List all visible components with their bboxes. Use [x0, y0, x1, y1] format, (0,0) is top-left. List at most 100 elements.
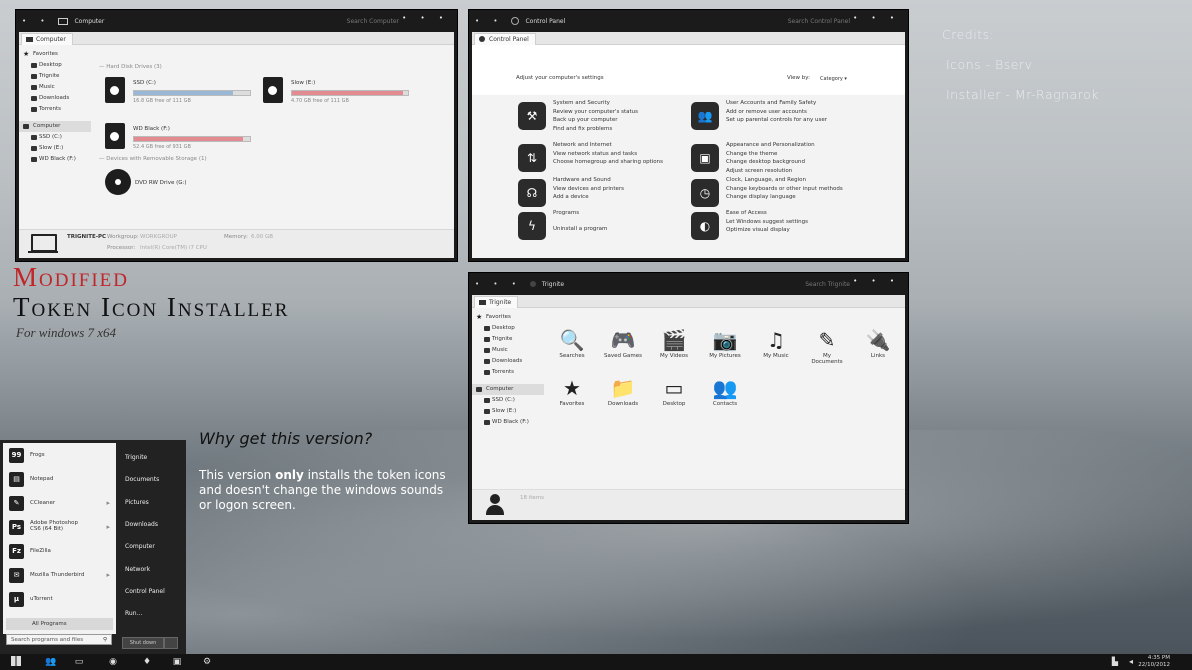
category-title[interactable]: Hardware and Sound [553, 177, 611, 183]
category-title[interactable]: Appearance and Personalization [726, 142, 815, 148]
sidebar-item-music[interactable]: Music [19, 82, 91, 93]
dvd-drive-label[interactable]: DVD RW Drive (G:) [135, 180, 187, 186]
library-item-favorites[interactable]: ★ Favorites [552, 375, 592, 407]
category-title[interactable]: User Accounts and Family Safety [726, 100, 816, 106]
shutdown-button[interactable]: Shut down [122, 637, 164, 649]
category-title[interactable]: Ease of Access [726, 210, 767, 216]
filezilla-taskbar-icon[interactable]: ▣ [166, 656, 188, 668]
category-link[interactable]: Change the theme [726, 151, 777, 157]
category-title[interactable]: Clock, Language, and Region [726, 177, 806, 183]
library-item-my-videos[interactable]: 🎬 My Videos [654, 327, 694, 359]
hard-drive-icon[interactable] [263, 77, 283, 103]
library-item-my-pictures[interactable]: 📷 My Pictures [705, 327, 745, 359]
category-link[interactable]: Add or remove user accounts [726, 109, 807, 115]
drive-name[interactable]: WD Black (F:) [133, 126, 170, 132]
view-by-select[interactable]: Category ▾ [820, 76, 847, 82]
category-link[interactable]: Choose homegroup and sharing options [553, 159, 663, 165]
firefox-taskbar-icon[interactable]: ◉ [102, 656, 124, 668]
category-link[interactable]: View devices and printers [553, 186, 624, 192]
sidebar-item-trignite[interactable]: Trignite [19, 71, 91, 82]
category-link[interactable]: Review your computer's status [553, 109, 638, 115]
library-item-downloads[interactable]: 📁 Downloads [603, 375, 643, 407]
all-programs-button[interactable]: All Programs [6, 618, 113, 630]
sidebar-item-favorites[interactable]: ★ Favorites [19, 49, 91, 60]
sidebar-item-desktop[interactable]: Desktop [472, 323, 544, 334]
sidebar-item-desktop[interactable]: Desktop [19, 60, 91, 71]
start-menu-program[interactable]: Ps Adobe Photoshop CS6 (64 Bit) ▸ [3, 517, 116, 539]
start-menu-program[interactable]: ✉ Mozilla Thunderbird ▸ [3, 565, 116, 587]
category-link[interactable]: Uninstall a program [553, 226, 607, 232]
submenu-arrow-icon[interactable]: ▸ [106, 499, 110, 507]
submenu-arrow-icon[interactable]: ▸ [106, 571, 110, 579]
category-link[interactable]: Change keyboards or other input methods [726, 186, 843, 192]
users-taskbar-icon[interactable]: 👥 [40, 656, 62, 668]
sidebar-item-torrents[interactable]: Torrents [19, 104, 91, 115]
start-menu-place-network[interactable]: Network [125, 566, 150, 573]
sidebar-item-ssd-c[interactable]: SSD (C:) [472, 395, 544, 406]
category-link[interactable]: Back up your computer [553, 117, 617, 123]
nav-buttons[interactable]: • • [22, 17, 50, 25]
tab-control-panel[interactable]: Control Panel [474, 33, 536, 45]
start-menu-place-pictures[interactable]: Pictures [125, 499, 149, 506]
nav-buttons[interactable]: • • • [475, 280, 522, 288]
tab-computer[interactable]: Computer [21, 33, 73, 45]
headphones-icon[interactable]: ☊ [518, 179, 546, 207]
library-item-links[interactable]: 🔌 Links [858, 327, 898, 359]
category-link[interactable]: Change display language [726, 194, 796, 200]
sidebar-item-trignite[interactable]: Trignite [472, 334, 544, 345]
category-link[interactable]: Let Windows suggest settings [726, 219, 808, 225]
sidebar-item-ssd-c[interactable]: SSD (C:) [19, 132, 91, 143]
drive-name[interactable]: Slow (E:) [291, 80, 315, 86]
start-menu-place-run[interactable]: Run... [125, 610, 142, 617]
explorer-taskbar-icon[interactable]: ▭ [68, 656, 90, 668]
category-link[interactable]: View network status and tasks [553, 151, 637, 157]
hard-drive-icon[interactable] [105, 123, 125, 149]
sidebar-item-downloads[interactable]: Downloads [472, 356, 544, 367]
clock-icon[interactable]: ◷ [691, 179, 719, 207]
category-link[interactable]: Find and fix problems [553, 126, 612, 132]
sidebar-item-slow-e[interactable]: Slow (E:) [472, 406, 544, 417]
shutdown-options-button[interactable] [164, 637, 178, 649]
library-item-contacts[interactable]: 👥 Contacts [705, 375, 745, 407]
sidebar-item-downloads[interactable]: Downloads [19, 93, 91, 104]
sidebar-item-wd-black-f[interactable]: WD Black (F:) [472, 417, 544, 428]
sidebar-item-computer[interactable]: Computer [19, 121, 91, 132]
library-item-my-music[interactable]: ♫ My Music [756, 327, 796, 359]
start-menu-place-downloads[interactable]: Downloads [125, 521, 158, 528]
window-controls[interactable]: • • • [402, 14, 449, 22]
window-controls[interactable]: • • • [853, 14, 900, 22]
library-item-desktop[interactable]: ▭ Desktop [654, 375, 694, 407]
submenu-arrow-icon[interactable]: ▸ [106, 523, 110, 531]
sidebar-item-music[interactable]: Music [472, 345, 544, 356]
category-link[interactable]: Optimize visual display [726, 227, 790, 233]
library-item-my-documents[interactable]: ✎ My Documents [807, 327, 847, 365]
dvd-drive-icon[interactable] [105, 169, 131, 195]
start-menu-program[interactable]: ✎ CCleaner ▸ [3, 493, 116, 515]
category-title[interactable]: System and Security [553, 100, 610, 106]
wrench-icon[interactable]: ⚒ [518, 102, 546, 130]
category-title[interactable]: Programs [553, 210, 579, 216]
start-menu-place-documents[interactable]: Documents [125, 476, 159, 483]
category-link[interactable]: Change desktop background [726, 159, 805, 165]
thunderbird-taskbar-icon[interactable]: ♦ [136, 656, 158, 668]
window-controls[interactable]: • • • [853, 277, 900, 285]
start-menu-program[interactable]: Fz FileZilla [3, 541, 116, 563]
start-menu-place-control-panel[interactable]: Control Panel [125, 588, 165, 595]
category-link[interactable]: Set up parental controls for any user [726, 117, 827, 123]
search-input[interactable]: Search Trignite [805, 281, 850, 288]
start-menu-program[interactable]: ▤ Notepad [3, 469, 116, 491]
sidebar-item-slow-e[interactable]: Slow (E:) [19, 143, 91, 154]
library-item-searches[interactable]: 🔍 Searches [552, 327, 592, 359]
start-button[interactable] [5, 656, 27, 668]
start-menu-place-trignite[interactable]: Trignite [125, 454, 147, 461]
appearance-icon[interactable]: ▣ [691, 144, 719, 172]
users-icon[interactable]: 👥 [691, 102, 719, 130]
taskbar-clock[interactable]: 4:35 PM 22/10/2012 [1138, 655, 1170, 669]
category-title[interactable]: Network and Internet [553, 142, 612, 148]
lightning-icon[interactable]: ϟ [518, 212, 546, 240]
network-icon[interactable]: ⇅ [518, 144, 546, 172]
start-menu-program[interactable]: 99 Frogs [3, 445, 116, 467]
tab-trignite[interactable]: Trignite [474, 296, 519, 308]
sidebar-item-computer[interactable]: Computer [472, 384, 544, 395]
start-search-input[interactable]: Search programs and files ⚲ [6, 634, 112, 645]
